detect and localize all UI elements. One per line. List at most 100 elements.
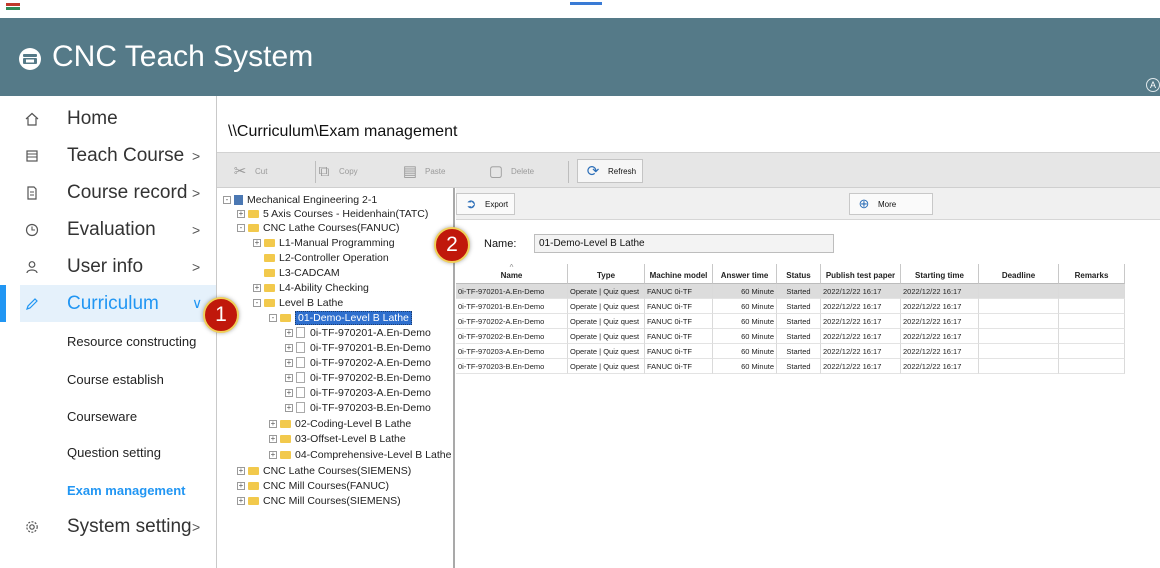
cell-name: 0i-TF-970202-B.En-Demo xyxy=(456,329,568,344)
tree-node[interactable]: +0i-TF-970201-A.En-Demo xyxy=(285,325,431,340)
tree-node[interactable]: +0i-TF-970203-A.En-Demo xyxy=(285,385,431,400)
export-button[interactable]: ➲ Export xyxy=(456,193,516,215)
sidebar-item-system-setting[interactable]: System setting > xyxy=(0,508,216,545)
refresh-label: Refresh xyxy=(608,166,637,176)
column-header-status[interactable]: Status xyxy=(777,264,821,284)
tree-node-label: 03-Offset-Level B Lathe xyxy=(295,432,406,445)
more-button[interactable]: ⊕ More xyxy=(849,193,933,215)
expand-toggle[interactable]: + xyxy=(237,209,245,218)
sidebar-item-curriculum[interactable]: Curriculum ∨ xyxy=(0,285,216,322)
sidebar-item-evaluation[interactable]: Evaluation > xyxy=(0,211,216,248)
account-corner-icon[interactable]: A xyxy=(1146,78,1160,92)
tree-node[interactable]: +03-Offset-Level B Lathe xyxy=(269,431,406,446)
folder-icon xyxy=(280,419,291,428)
tree-node[interactable]: + L4-Ability Checking xyxy=(253,280,369,295)
edit-toolbar: ✂ Cut ⧉ Copy ▤ Paste ▢ Delete ⟳ Refresh xyxy=(217,152,1160,188)
expand-toggle[interactable]: + xyxy=(285,328,293,337)
tree-node[interactable]: - Mechanical Engineering 2-1 xyxy=(223,192,377,207)
sidebar-item-label: System setting xyxy=(67,515,192,537)
sidebar-subitem-resource-constructing[interactable]: Resource constructing xyxy=(67,334,196,349)
table-row[interactable]: 0i-TF-970201-B.En-Demo Operate | Quiz que… xyxy=(456,299,1125,314)
cell-status: Started xyxy=(777,344,821,359)
tree-node[interactable]: +0i-TF-970202-B.En-Demo xyxy=(285,370,431,385)
tree-node[interactable]: +0i-TF-970203-B.En-Demo xyxy=(285,400,431,415)
expand-toggle[interactable]: + xyxy=(285,358,293,367)
collapse-toggle[interactable]: - xyxy=(223,195,231,204)
expand-toggle[interactable]: + xyxy=(269,419,277,428)
column-header-type[interactable]: Type xyxy=(568,264,645,284)
sidebar-item-home[interactable]: Home xyxy=(0,100,216,137)
sidebar-item-label: Teach Course xyxy=(67,144,185,166)
expand-toggle[interactable]: + xyxy=(237,481,245,490)
paste-button[interactable]: ▤ Paste xyxy=(401,159,446,183)
cell-name: 0i-TF-970202-A.En-Demo xyxy=(456,314,568,329)
delete-button[interactable]: ▢ Delete xyxy=(487,159,534,183)
tree-node-selected[interactable]: - 01-Demo-Level B Lathe xyxy=(269,310,412,325)
folder-icon xyxy=(280,434,291,443)
cut-button[interactable]: ✂ Cut xyxy=(231,159,268,183)
cell-publish-test-paper: 2022/12/22 16:17 xyxy=(821,359,901,374)
collapse-toggle[interactable]: - xyxy=(253,298,261,307)
tree-node[interactable]: - CNC Lathe Courses(FANUC) xyxy=(237,220,400,235)
table-row[interactable]: 0i-TF-970201-A.En-Demo Operate | Quiz que… xyxy=(456,284,1125,299)
sidebar-item-teach-course[interactable]: Teach Course > xyxy=(0,137,216,174)
expand-toggle[interactable]: + xyxy=(285,388,293,397)
tree-node-label: 0i-TF-970203-B.En-Demo xyxy=(310,401,431,414)
app-logo-icon xyxy=(6,3,20,12)
expand-toggle[interactable]: + xyxy=(253,283,261,292)
column-header-starting-time[interactable]: Starting time xyxy=(901,264,979,284)
sidebar-subitem-course-establish[interactable]: Course establish xyxy=(67,372,164,387)
cell-starting-time: 2022/12/22 16:17 xyxy=(901,344,979,359)
cell-type: Operate | Quiz quest xyxy=(568,299,645,314)
table-row[interactable]: 0i-TF-970203-B.En-Demo Operate | Quiz que… xyxy=(456,359,1125,374)
table-row[interactable]: 0i-TF-970202-A.En-Demo Operate | Quiz que… xyxy=(456,314,1125,329)
copy-button[interactable]: ⧉ Copy xyxy=(315,159,358,183)
column-header-machine-model[interactable]: Machine model xyxy=(645,264,713,284)
refresh-button[interactable]: ⟳ Refresh xyxy=(577,159,644,183)
tree-node-label: L1-Manual Programming xyxy=(279,236,395,249)
column-header-remarks[interactable]: Remarks xyxy=(1059,264,1125,284)
sidebar-item-user-info[interactable]: User info > xyxy=(0,248,216,285)
cell-remarks xyxy=(1059,284,1125,299)
expand-toggle[interactable]: + xyxy=(253,238,261,247)
expand-toggle[interactable]: + xyxy=(237,496,245,505)
sidebar-subitem-courseware[interactable]: Courseware xyxy=(67,409,137,424)
expand-toggle[interactable]: + xyxy=(269,450,277,459)
sidebar-item-course-record[interactable]: Course record > xyxy=(0,174,216,211)
tree-node[interactable]: + CNC Lathe Courses(SIEMENS) xyxy=(237,463,411,478)
cell-starting-time: 2022/12/22 16:17 xyxy=(901,299,979,314)
tree-node[interactable]: L3-CADCAM xyxy=(264,265,340,280)
user-icon xyxy=(24,259,40,275)
cell-machine-model: FANUC 0i-TF xyxy=(645,344,713,359)
tree-node[interactable]: +0i-TF-970201-B.En-Demo xyxy=(285,340,431,355)
tree-node[interactable]: +02-Coding-Level B Lathe xyxy=(269,416,411,431)
cell-type: Operate | Quiz quest xyxy=(568,314,645,329)
column-header-publish-test-paper[interactable]: Publish test paper xyxy=(821,264,901,284)
expand-toggle[interactable]: + xyxy=(285,373,293,382)
tree-node[interactable]: +0i-TF-970202-A.En-Demo xyxy=(285,355,431,370)
tree-node[interactable]: - Level B Lathe xyxy=(253,295,343,310)
column-header-answer-time[interactable]: Answer time xyxy=(713,264,777,284)
tree-node[interactable]: +5 Axis Courses - Heidenhain(TATC) xyxy=(237,206,428,221)
expand-toggle[interactable]: + xyxy=(285,403,293,412)
column-header-deadline[interactable]: Deadline xyxy=(979,264,1059,284)
sidebar-subitem-exam-management[interactable]: Exam management xyxy=(67,483,186,498)
tree-node[interactable]: L2-Controller Operation xyxy=(264,250,389,265)
table-row[interactable]: 0i-TF-970203-A.En-Demo Operate | Quiz que… xyxy=(456,344,1125,359)
panel-toolbar: ➲ Export ⊕ More xyxy=(456,188,1160,220)
sidebar-subitem-question-setting[interactable]: Question setting xyxy=(67,445,161,460)
collapse-toggle[interactable]: - xyxy=(237,223,245,232)
tree-node[interactable]: + L1-Manual Programming xyxy=(253,235,395,250)
column-header-name[interactable]: ^ Name xyxy=(456,264,568,284)
exam-name-field[interactable]: 01-Demo-Level B Lathe xyxy=(534,234,834,253)
collapse-toggle[interactable]: - xyxy=(269,313,277,322)
tree-node[interactable]: +04-Comprehensive-Level B Lathe xyxy=(269,447,451,462)
tree-node[interactable]: + CNC Mill Courses(FANUC) xyxy=(237,478,389,493)
expand-toggle[interactable]: + xyxy=(237,466,245,475)
table-row[interactable]: 0i-TF-970202-B.En-Demo Operate | Quiz que… xyxy=(456,329,1125,344)
expand-toggle[interactable]: + xyxy=(285,343,293,352)
tree-node[interactable]: + CNC Mill Courses(SIEMENS) xyxy=(237,493,401,508)
cell-answer-time: 60 Minute xyxy=(713,329,777,344)
expand-toggle[interactable]: + xyxy=(269,434,277,443)
tree-node-label: L4-Ability Checking xyxy=(279,281,369,294)
